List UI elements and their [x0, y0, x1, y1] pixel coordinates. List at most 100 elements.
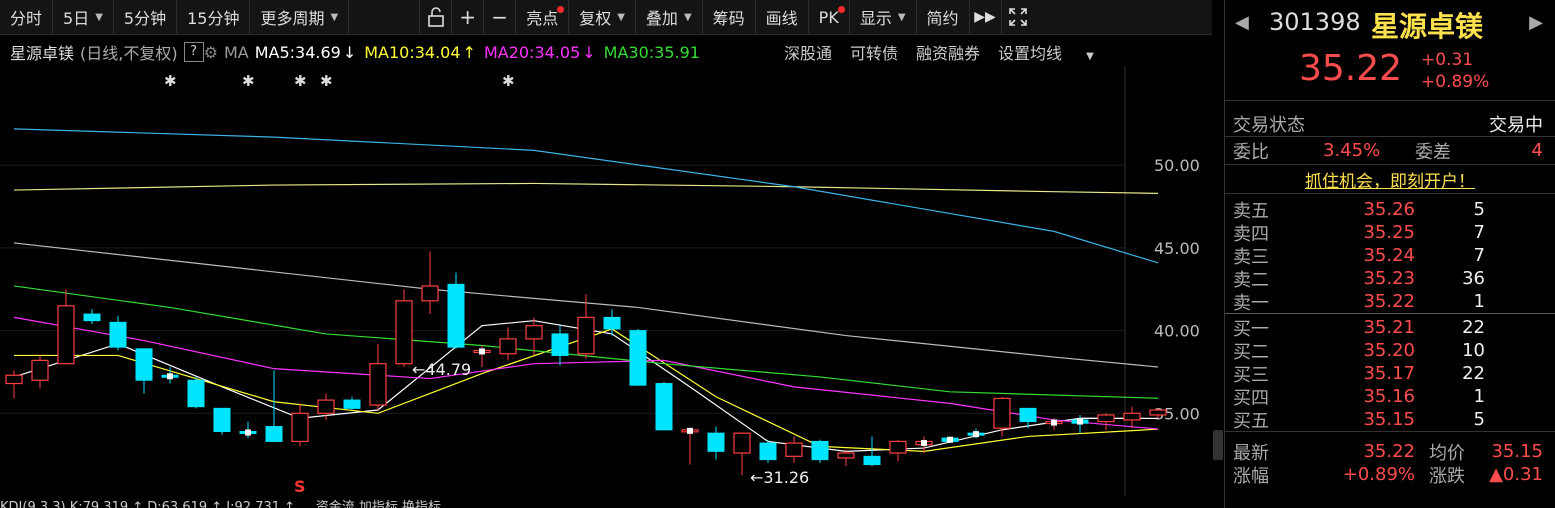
sell-level-5[interactable]: 卖一 35.22 1 [1225, 290, 1555, 314]
sell-level-3[interactable]: 卖三 35.24 7 [1225, 244, 1555, 268]
latest-row: 最新 35.22 均价 35.15 [1225, 440, 1555, 464]
tool-button-4[interactable]: 画线 [756, 0, 809, 34]
buy-level-volume: 10 [1462, 340, 1485, 361]
diff-value: ▲0.31 [1489, 464, 1543, 485]
candle-body [993, 397, 1011, 429]
candle-marker [973, 431, 979, 438]
chevron-down-icon: ▼ [617, 11, 625, 23]
candle-marker [1051, 419, 1057, 426]
tool-button-2[interactable]: 叠加 ▼ [636, 0, 703, 34]
open-account-link[interactable]: 抓住机会，即刻开户！ [1225, 165, 1555, 194]
buy-level-1[interactable]: 买一 35.21 22 [1225, 316, 1555, 340]
candle-body [811, 440, 829, 461]
tool-button-label: 画线 [765, 9, 798, 28]
link-shenguton[interactable]: 深股通 [784, 40, 832, 64]
buy-level-volume: 22 [1462, 317, 1485, 338]
sell-level-volume: 5 [1473, 199, 1485, 220]
ma10-value: MA10:34.04 [364, 42, 461, 62]
lock-icon[interactable] [420, 0, 453, 34]
ma5-arrow: ↓ [342, 42, 357, 62]
candle-body [889, 440, 907, 454]
candle-body [265, 426, 283, 442]
buy-level-4[interactable]: 买四 35.16 1 [1225, 385, 1555, 409]
gear-icon[interactable]: ⚙ [204, 43, 218, 62]
stock-name: 星源卓镁 [10, 44, 75, 63]
chevron-down-icon: ▼ [683, 11, 692, 23]
ma30-value: MA30:35.91 [603, 42, 700, 62]
y-tick-label: 45.00 [1154, 239, 1200, 258]
trade-status-value: 交易中 [1489, 114, 1543, 136]
sell-level-price: 35.25 [1363, 222, 1415, 243]
tool-button-6[interactable]: 显示 ▼ [850, 0, 917, 34]
kline-chart[interactable]: 50.0045.0040.0035.00←44.79←31.26✱ ✱ ✱ ✱ ✱S [0, 66, 1212, 496]
rise-row: 涨幅 +0.89% 涨跌 ▲0.31 [1225, 463, 1555, 487]
buy-level-price: 35.15 [1363, 409, 1415, 430]
chart-toolbar: 分时 5日 ▼ 5分钟 15分钟 更多周期 ▼ + − 亮点 复权 ▼ 叠加 ▼ 筹码 画线 PK 显示 ▼ 简… [0, 0, 1212, 35]
link-convertible-bond[interactable]: 可转债 [850, 40, 898, 64]
tool-button-0[interactable]: 亮点 [516, 0, 570, 34]
buy-level-5[interactable]: 买五 35.15 5 [1225, 408, 1555, 432]
panel-resize-handle[interactable] [1213, 430, 1223, 460]
sell-level-4[interactable]: 卖二 35.23 36 [1225, 267, 1555, 291]
tool-button-7[interactable]: 简约 [917, 0, 970, 34]
ma-label: MA [223, 42, 249, 62]
tool-button-1[interactable]: 复权 ▼ [569, 0, 636, 34]
candle-body [291, 412, 309, 443]
sell-level-2[interactable]: 卖四 35.25 7 [1225, 221, 1555, 245]
tool-button-3[interactable]: 筹码 [703, 0, 756, 34]
double-chevron-right-icon[interactable]: ▶▶ [970, 0, 1002, 34]
weicha-label: 委差 [1415, 141, 1451, 163]
period-tab-0[interactable]: 分时 [0, 0, 54, 34]
candle-body [499, 338, 517, 355]
y-tick-label: 40.00 [1154, 322, 1200, 341]
candle-body [343, 399, 361, 409]
candle-body [213, 407, 231, 433]
candle-marker [245, 429, 251, 436]
buy-level-3[interactable]: 买三 35.17 22 [1225, 362, 1555, 386]
next-stock-icon[interactable]: ▶ [1529, 12, 1543, 33]
period-tab-3[interactable]: 15分钟 [177, 0, 251, 34]
candle-marker [687, 427, 693, 434]
buy-level-price: 35.20 [1363, 340, 1415, 361]
candle-body [785, 442, 803, 457]
link-set-ma[interactable]: 设置均线 ▼ [998, 40, 1112, 64]
period-tab-2[interactable]: 5分钟 [114, 0, 178, 34]
period-tab-label: 5分钟 [123, 9, 167, 28]
candle-body [369, 363, 387, 406]
quote-panel: ◀ 301398 星源卓镁 ▶ 35.22 +0.31 +0.89% 交易状态 … [1224, 0, 1555, 508]
candle-body [395, 300, 413, 365]
plus-icon[interactable]: + [452, 0, 485, 34]
link-margin-trading[interactable]: 融资融券 [916, 40, 980, 64]
candle-marker [947, 436, 953, 443]
stock-title: 星源卓镁 [1371, 10, 1484, 43]
candle-body [5, 374, 23, 385]
candle-body [863, 455, 881, 466]
trade-status-row: 交易状态 交易中 [1225, 111, 1555, 137]
chevron-down-icon: ▼ [95, 11, 103, 23]
event-star-icon: ✱ [502, 72, 515, 90]
buy-level-price: 35.16 [1363, 386, 1415, 407]
minus-icon[interactable]: − [484, 0, 517, 34]
prev-stock-icon[interactable]: ◀ [1235, 12, 1249, 33]
period-tab-4[interactable]: 更多周期 ▼ [250, 0, 350, 34]
candle-body [57, 305, 75, 365]
period-tab-1[interactable]: 5日 ▼ [53, 0, 114, 34]
period-tab-label: 更多周期 [260, 9, 325, 28]
weibi-row: 委比 3.45% 委差 4 [1225, 137, 1555, 165]
candle-marker [479, 348, 485, 355]
event-star-icon: ✱ [242, 72, 255, 90]
ma20-value: MA20:34.05 [483, 42, 581, 62]
chevron-down-icon: ▼ [330, 11, 339, 23]
fullscreen-icon[interactable] [1002, 0, 1034, 34]
chevron-down-icon: ▼ [897, 11, 906, 23]
candle-body [733, 432, 751, 454]
help-button[interactable]: ? [183, 42, 204, 62]
sell-level-volume: 7 [1473, 245, 1485, 266]
tool-button-5[interactable]: PK [809, 0, 850, 34]
sell-level-1[interactable]: 卖五 35.26 5 [1225, 198, 1555, 222]
tool-button-label: 显示 [859, 9, 892, 28]
buy-level-2[interactable]: 买二 35.20 10 [1225, 339, 1555, 363]
candle-body [1123, 412, 1141, 421]
tool-button-label: 亮点 [526, 9, 559, 28]
candle-marker [1077, 418, 1083, 425]
